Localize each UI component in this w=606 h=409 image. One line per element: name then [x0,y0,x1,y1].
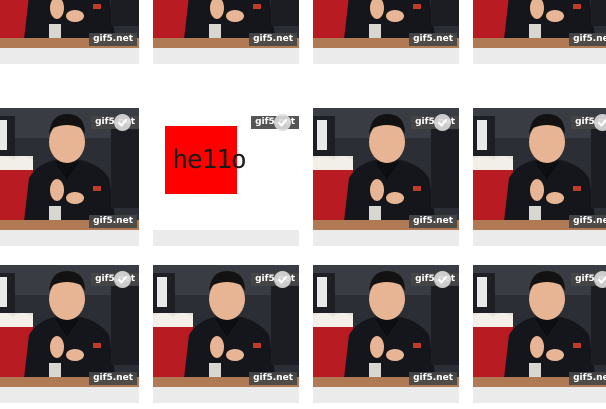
watermark-label: gif5.net [569,215,606,228]
select-checkbox[interactable] [274,114,291,131]
check-icon [438,276,447,284]
gif-tile-4[interactable]: gif5.net [473,0,606,64]
watermark-label: gif5.net [569,33,606,46]
watermark-label: gif5.net [409,372,457,385]
select-checkbox[interactable] [434,114,451,131]
gif-tile-8[interactable]: gif5.net gif5.net [473,108,606,246]
gif-tile-5[interactable]: gif5.net gif5.net [0,108,139,246]
check-icon [118,276,127,284]
check-icon [278,119,287,127]
gif-tile-9[interactable]: gif5.net gif5.net [0,265,139,403]
select-checkbox[interactable] [594,114,606,131]
select-checkbox[interactable] [434,271,451,288]
watermark-label: gif5.net [89,215,137,228]
gif-tile-3[interactable]: gif5.net [313,0,459,64]
select-checkbox[interactable] [114,271,131,288]
gif-tile-10[interactable]: gif5.net gif5.net [153,265,299,403]
watermark-label: gif5.net [89,33,137,46]
select-checkbox[interactable] [114,114,131,131]
gif-tile-11[interactable]: gif5.net gif5.net [313,265,459,403]
select-checkbox[interactable] [274,271,291,288]
check-icon [598,276,606,284]
watermark-label: gif5.net [409,33,457,46]
check-icon [598,119,606,127]
watermark-label: gif5.net [409,215,457,228]
check-icon [118,119,127,127]
hello-red-box: he11o [165,126,247,194]
hello-text: he11o [172,145,246,175]
check-icon [438,119,447,127]
gif-tile-7[interactable]: gif5.net gif5.net [313,108,459,246]
gif-tile-2[interactable]: gif5.net [153,0,299,64]
watermark-label: gif5.net [249,33,297,46]
check-icon [278,276,287,284]
watermark-label: gif5.net [89,372,137,385]
gif-tile-1[interactable]: gif5.net [0,0,139,64]
select-checkbox[interactable] [594,271,606,288]
gif-tile-12[interactable]: gif5.net gif5.net [473,265,606,403]
watermark-label: gif5.net [249,372,297,385]
watermark-label: gif5.net [569,372,606,385]
gif-tile-6[interactable]: he11o gif5.net [153,108,299,246]
